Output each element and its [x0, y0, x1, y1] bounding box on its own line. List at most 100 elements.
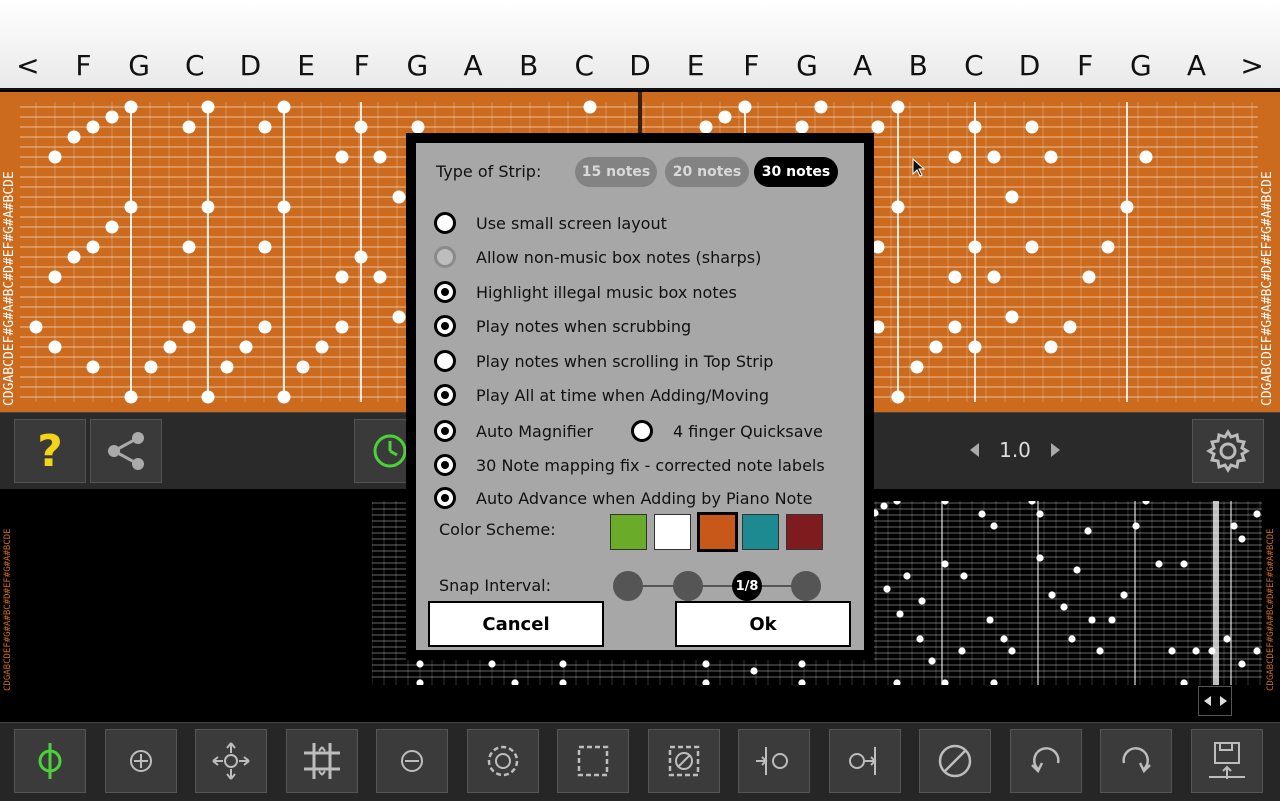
piano-next-button[interactable]: > — [1224, 0, 1280, 88]
color-swatch-green[interactable] — [610, 514, 647, 550]
strip-option-15[interactable]: 15 notes — [575, 157, 657, 187]
strip-note[interactable] — [48, 150, 62, 164]
strip-note[interactable] — [871, 120, 885, 134]
strip-note[interactable] — [124, 100, 138, 114]
strip-note[interactable] — [182, 240, 196, 254]
strip-note[interactable] — [124, 200, 138, 214]
option-radio[interactable] — [434, 384, 456, 406]
strip-note[interactable] — [795, 120, 809, 134]
snap-option[interactable] — [613, 571, 643, 601]
strip-note[interactable] — [335, 150, 349, 164]
piano-key-e[interactable]: E — [278, 0, 335, 88]
strip-note[interactable] — [182, 320, 196, 334]
option-auto-magnifier[interactable]: Auto Magnifier — [434, 418, 593, 444]
strip-note[interactable] — [86, 120, 100, 134]
strip-note[interactable] — [373, 270, 387, 284]
piano-key-g[interactable]: G — [111, 0, 168, 88]
color-swatch-red[interactable] — [786, 514, 823, 550]
strip-note[interactable] — [968, 240, 982, 254]
strip-note[interactable] — [296, 360, 310, 374]
save-button[interactable] — [1190, 729, 1263, 793]
scroll-right-icon[interactable] — [1219, 696, 1227, 706]
option-radio[interactable] — [434, 212, 456, 234]
option-radio[interactable] — [434, 454, 456, 476]
option-small-screen[interactable]: Use small screen layout — [434, 210, 667, 236]
option-radio[interactable] — [434, 281, 456, 303]
strip-note[interactable] — [968, 120, 982, 134]
strip-note[interactable] — [335, 270, 349, 284]
piano-key-b[interactable]: B — [890, 0, 948, 88]
piano-key-f[interactable]: F — [333, 0, 391, 88]
piano-key-e[interactable]: E — [667, 0, 725, 88]
strip-note[interactable] — [948, 270, 962, 284]
piano-key-d[interactable]: D — [1001, 0, 1059, 88]
strip-note[interactable] — [738, 100, 752, 114]
piano-key-a[interactable]: A — [445, 0, 502, 88]
piano-key-c[interactable]: C — [556, 0, 614, 88]
piano-key-g[interactable]: G — [389, 0, 447, 88]
move-button[interactable] — [195, 729, 267, 793]
strip-note[interactable] — [1082, 270, 1096, 284]
option-highlight-illegal[interactable]: Highlight illegal music box notes — [434, 279, 737, 305]
zoom-decrease-icon[interactable] — [970, 443, 979, 457]
strip-note[interactable] — [29, 320, 43, 334]
strip-note[interactable] — [1063, 320, 1077, 334]
strip-note[interactable] — [1025, 240, 1039, 254]
strip-note[interactable] — [987, 270, 1001, 284]
cancel-button[interactable]: Cancel — [428, 601, 604, 647]
strip-note[interactable] — [163, 340, 177, 354]
strip-note[interactable] — [814, 100, 828, 114]
piano-key-c[interactable]: C — [166, 0, 224, 88]
option-play-all[interactable]: Play All at time when Adding/Moving — [434, 382, 769, 408]
strip-note[interactable] — [239, 340, 253, 354]
strip-note[interactable] — [354, 250, 368, 264]
strip-note[interactable] — [144, 360, 158, 374]
strip-note[interactable] — [373, 150, 387, 164]
strip-note[interactable] — [277, 390, 291, 404]
settings-button[interactable] — [1192, 419, 1264, 483]
option-radio[interactable] — [434, 420, 456, 442]
help-button[interactable]: ? — [14, 419, 86, 483]
strip-note[interactable] — [258, 120, 272, 134]
strip-note[interactable] — [335, 320, 349, 334]
strip-note[interactable] — [201, 390, 215, 404]
grid-button[interactable] — [285, 729, 358, 793]
select-circle-button[interactable] — [466, 729, 539, 793]
strip-note[interactable] — [891, 390, 905, 404]
piano-key-g[interactable]: G — [779, 0, 836, 88]
strip-note[interactable] — [910, 360, 924, 374]
no-button[interactable] — [919, 729, 991, 793]
strip-note[interactable] — [105, 110, 119, 124]
strip-note[interactable] — [315, 340, 329, 354]
piano-key-a[interactable]: A — [834, 0, 892, 88]
strip-note[interactable] — [392, 190, 406, 204]
undo-button[interactable] — [1009, 729, 1082, 793]
strip-note[interactable] — [699, 120, 713, 134]
strip-note[interactable] — [968, 340, 982, 354]
scroll-left-icon[interactable] — [1203, 696, 1211, 706]
bottom-scroll-arrows[interactable] — [1198, 686, 1232, 716]
share-button[interactable] — [90, 419, 162, 483]
add-note-button[interactable] — [104, 729, 177, 793]
strip-note[interactable] — [891, 100, 905, 114]
strip-note[interactable] — [1005, 310, 1019, 324]
strip-note[interactable] — [1101, 240, 1115, 254]
strip-note[interactable] — [86, 240, 100, 254]
piano-keyboard[interactable]: < F G C D E F G A B C D E F G A B C D F G A > — [0, 0, 1280, 90]
strip-note[interactable] — [1120, 200, 1134, 214]
zoom-increase-icon[interactable] — [1051, 443, 1060, 457]
piano-key-f[interactable]: F — [723, 0, 781, 88]
color-swatch-white[interactable] — [654, 514, 691, 550]
select-box-button[interactable] — [557, 729, 629, 793]
strip-note[interactable] — [86, 360, 100, 374]
color-swatch-orange[interactable] — [697, 512, 738, 552]
piano-key-d[interactable]: D — [612, 0, 669, 88]
strip-option-20[interactable]: 20 notes — [665, 157, 749, 187]
option-mapping-fix[interactable]: 30 Note mapping fix - corrected note lab… — [434, 452, 825, 478]
option-play-scrubbing[interactable]: Play notes when scrubbing — [434, 313, 691, 339]
color-swatch-teal[interactable] — [742, 514, 779, 550]
magnet-active-button[interactable] — [14, 729, 86, 793]
option-radio[interactable] — [434, 487, 456, 509]
strip-note[interactable] — [201, 200, 215, 214]
insert-right-button[interactable] — [828, 729, 901, 793]
